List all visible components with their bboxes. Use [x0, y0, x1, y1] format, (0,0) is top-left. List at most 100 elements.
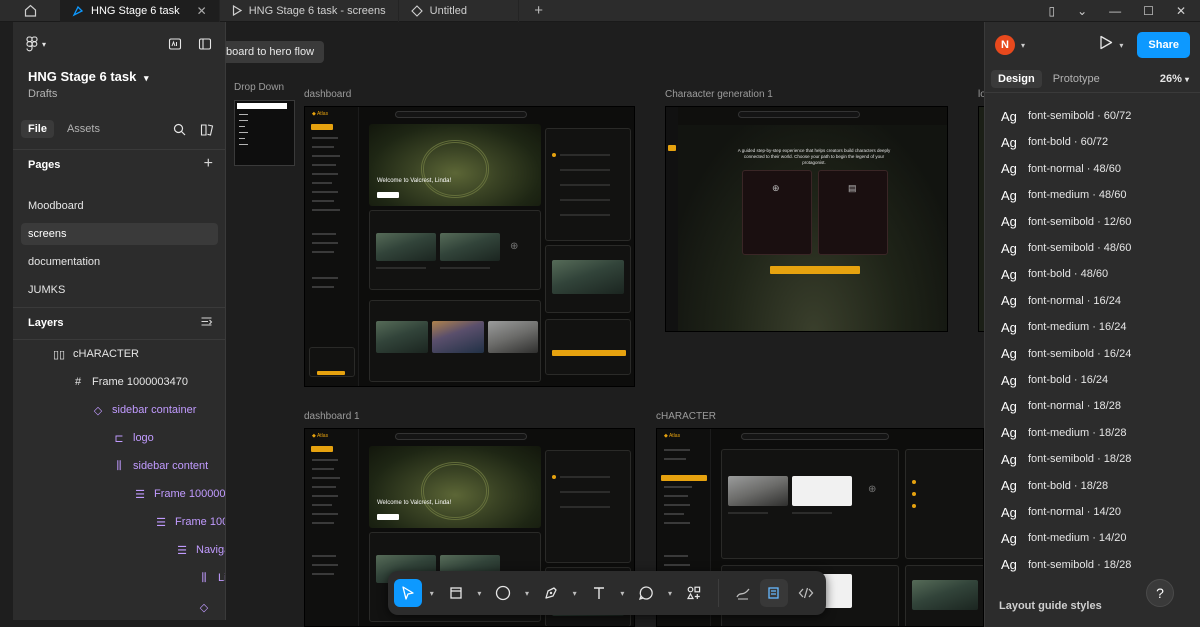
text-style-preview: Ag — [1001, 398, 1017, 414]
text-style-item[interactable]: Ag font-bold · 60/72 — [1001, 132, 1108, 152]
frame-label-character[interactable]: cHARACTER — [656, 411, 716, 422]
tab-file[interactable]: File — [21, 120, 54, 138]
book-icon[interactable]: ▯ — [1049, 4, 1056, 18]
mini-nav-line — [664, 495, 688, 497]
chevron-down-icon[interactable]: ▾ — [664, 589, 676, 598]
layer-row-logo[interactable]: ⊏ logo — [113, 428, 153, 448]
close-window-button[interactable]: ✕ — [1176, 4, 1186, 18]
sidebar-toggle-icon[interactable] — [198, 37, 212, 51]
chevron-down-icon[interactable]: ▾ — [473, 589, 485, 598]
chevron-down-icon[interactable]: ▾ — [521, 589, 533, 598]
layer-row-sidebar-content[interactable]: ⫼ sidebar content — [113, 456, 208, 476]
text-style-item[interactable]: Ag font-bold · 16/24 — [1001, 370, 1108, 390]
text-style-item[interactable]: Ag font-semibold · 48/60 — [1001, 238, 1131, 258]
text-style-item[interactable]: Ag font-semibold · 12/60 — [1001, 212, 1131, 232]
project-title[interactable]: HNG Stage 6 task ▾ — [28, 69, 149, 84]
mini-nav-line — [312, 146, 334, 148]
frame-label-character-gen[interactable]: Charaacter generation 1 — [665, 89, 773, 100]
layer-row-instance[interactable]: ◇ — [198, 597, 210, 617]
zoom-dropdown[interactable]: 26% ▾ — [1160, 73, 1195, 85]
layer-row-frame-1000[interactable]: ☰ Frame 1000 — [155, 512, 225, 532]
layer-row-sidebar-container[interactable]: ◇ sidebar container — [92, 400, 197, 420]
draw-mode-button[interactable] — [729, 579, 757, 607]
text-style-label: font-bold · 18/28 — [1028, 479, 1109, 492]
new-tab-button[interactable]: + — [519, 2, 559, 19]
mini-nav-line — [312, 173, 338, 175]
figma-menu-button[interactable]: ▾ — [26, 36, 46, 52]
dev-mode-button[interactable] — [792, 579, 820, 607]
text-style-item[interactable]: Ag font-medium · 48/60 — [1001, 185, 1126, 205]
text-style-item[interactable]: Ag font-bold · 18/28 — [1001, 476, 1108, 496]
chevron-down-icon[interactable]: ▾ — [1119, 41, 1123, 50]
layer-row-navigation[interactable]: ☰ Naviga — [176, 540, 225, 560]
collapse-layers-icon[interactable] — [200, 315, 213, 328]
canvas[interactable]: board to hero flow Drop Down ▬▬▬ ▬▬▬ ▬▬ … — [226, 22, 984, 627]
share-button[interactable]: Share — [1137, 32, 1190, 58]
layer-row-frame-1000003[interactable]: ☰ Frame 1000003 — [134, 484, 225, 504]
text-tool-button[interactable] — [585, 579, 613, 607]
text-style-item[interactable]: Ag font-medium · 16/24 — [1001, 317, 1126, 337]
mini-nav-line — [312, 200, 334, 202]
flow-starting-point-label[interactable]: board to hero flow — [226, 41, 325, 63]
text-style-item[interactable]: Ag font-normal · 16/24 — [1001, 291, 1121, 311]
page-item-moodboard[interactable]: Moodboard — [21, 195, 218, 217]
text-style-item[interactable]: Ag font-semibold · 18/28 — [1001, 449, 1131, 469]
tab-untitled[interactable]: Untitled — [399, 0, 519, 22]
tab-hng-stage-6-task[interactable]: HNG Stage 6 task ✕ — [60, 0, 220, 22]
add-page-button[interactable]: + — [204, 155, 213, 173]
layer-row-character[interactable]: ▯▯ cHARACTER — [53, 344, 139, 364]
ai-icon[interactable] — [168, 37, 182, 51]
page-item-screens[interactable]: screens — [21, 223, 218, 245]
text-style-item[interactable]: Ag font-medium · 18/28 — [1001, 423, 1126, 443]
library-icon[interactable] — [200, 123, 214, 136]
text-style-item[interactable]: Ag font-bold · 48/60 — [1001, 264, 1108, 284]
help-button[interactable]: ? — [1146, 579, 1174, 607]
tab-design[interactable]: Design — [991, 70, 1042, 88]
frame-label-dashboard-1[interactable]: dashboard 1 — [304, 411, 360, 422]
tab-assets[interactable]: Assets — [60, 120, 107, 138]
tab-prototype[interactable]: Prototype — [1046, 70, 1107, 88]
chevron-down-icon[interactable]: ▾ — [616, 589, 628, 598]
home-button[interactable] — [0, 0, 60, 22]
text-style-item[interactable]: Ag font-semibold · 60/72 — [1001, 106, 1131, 126]
chevron-down-icon[interactable]: ▾ — [1021, 41, 1025, 50]
text-style-item[interactable]: Ag font-semibold · 16/24 — [1001, 344, 1131, 364]
text-style-item[interactable]: Ag font-medium · 14/20 — [1001, 528, 1126, 548]
layer-row-frame-1000003470[interactable]: # Frame 1000003470 — [72, 372, 188, 392]
tab-screens[interactable]: HNG Stage 6 task - screens — [220, 0, 399, 22]
mini-nav-line — [312, 286, 334, 288]
move-tool-button[interactable] — [394, 579, 422, 607]
frame-tool-button[interactable] — [442, 579, 470, 607]
chevron-down-icon[interactable]: ⌄ — [1077, 4, 1087, 18]
avatar[interactable]: N — [995, 35, 1015, 55]
actions-button[interactable] — [680, 579, 708, 607]
dashboard-frame[interactable]: ◆ Atlas Welcome to Valcrest, Linda! ⊕ — [304, 106, 635, 387]
design-mode-button[interactable] — [760, 579, 789, 607]
text-style-item[interactable]: Ag font-normal · 18/28 — [1001, 396, 1121, 416]
shape-tool-button[interactable] — [489, 579, 517, 607]
text-style-item[interactable]: Ag font-normal · 14/20 — [1001, 502, 1121, 522]
layer-row-list-item[interactable]: ⫼ Li — [198, 568, 225, 588]
text-style-item[interactable]: Ag font-normal · 48/60 — [1001, 159, 1121, 179]
dropdown-frame[interactable]: ▬▬▬ ▬▬▬ ▬▬ ▬▬▬ ▬▬ ▬▬▬ — [234, 100, 295, 166]
chevron-down-icon[interactable]: ▾ — [569, 589, 581, 598]
maximize-button[interactable]: ☐ — [1143, 4, 1154, 18]
minimize-button[interactable]: — — [1109, 4, 1121, 18]
frame-label-dashboard[interactable]: dashboard — [304, 89, 351, 100]
page-item-jumks[interactable]: JUMKS — [21, 279, 218, 301]
page-item-documentation[interactable]: documentation — [21, 251, 218, 273]
chevron-down-icon[interactable]: ▾ — [426, 589, 438, 598]
mini-nav-active — [661, 475, 707, 481]
mini-nav-line — [664, 555, 688, 557]
search-icon[interactable] — [173, 123, 186, 136]
pen-tool-button[interactable] — [537, 579, 565, 607]
character-generation-frame[interactable]: A guided step-by-step experience that he… — [665, 106, 948, 332]
right-panel: N ▾ ▾ Share Design Prototype 26% ▾ Ag fon… — [984, 22, 1200, 627]
frame-label-dropdown[interactable]: Drop Down — [234, 82, 284, 93]
text-style-preview: Ag — [1001, 293, 1017, 309]
text-style-item[interactable]: Ag font-semibold · 18/28 — [1001, 555, 1131, 575]
dropdown-option: ▬▬ — [239, 124, 245, 128]
comment-tool-button[interactable] — [632, 579, 660, 607]
close-tab-icon[interactable]: ✕ — [197, 4, 207, 18]
present-button[interactable] — [1099, 35, 1113, 55]
